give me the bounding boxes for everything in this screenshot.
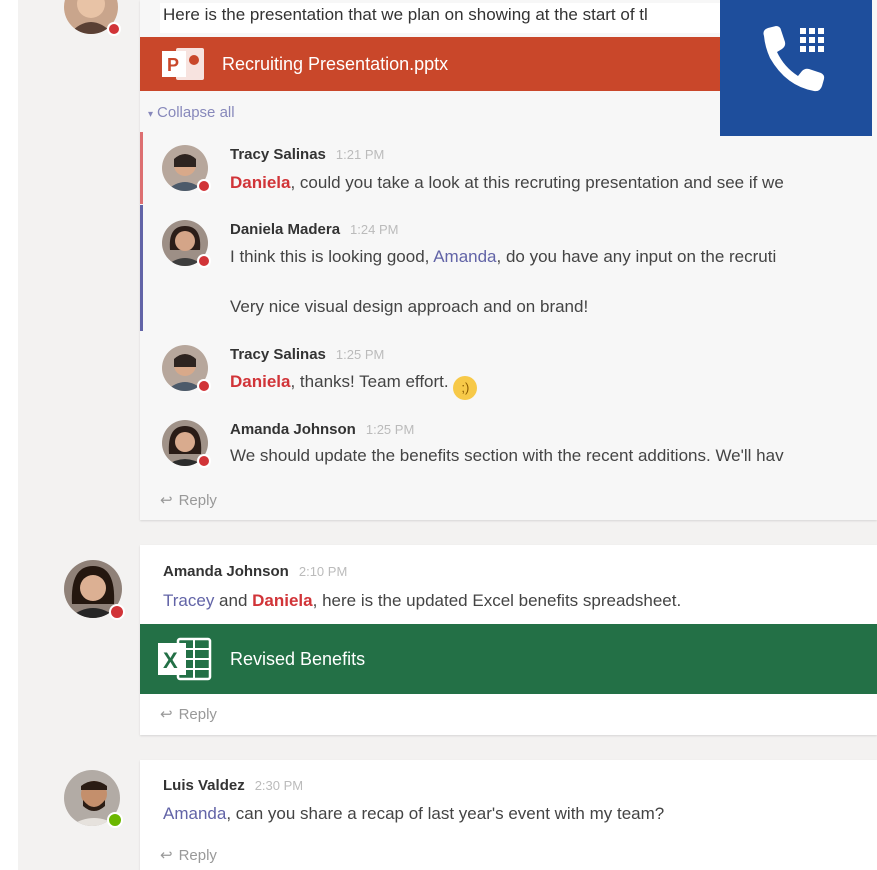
message-text: , could you take a look at this recrutin… [290, 173, 784, 192]
presence-available-icon [107, 812, 123, 828]
reply-text: We should update the benefits section wi… [230, 446, 784, 465]
presence-busy-icon [197, 179, 211, 193]
call-tile[interactable] [720, 0, 872, 136]
reply-button[interactable]: ↩ Reply [160, 705, 217, 723]
avatar[interactable] [162, 345, 211, 393]
message-text: I think this is looking good, [230, 247, 434, 266]
text-fragment: and [214, 591, 253, 610]
reply-button[interactable]: ↩ Reply [160, 846, 217, 864]
author-name[interactable]: Amanda Johnson [163, 563, 289, 580]
reply-text: Daniela, could you take a look at this r… [230, 173, 784, 193]
reply-text: I think this is looking good, Amanda, do… [230, 247, 776, 267]
author-name[interactable]: Daniela Madera [230, 221, 340, 238]
reply-arrow-icon: ↩ [160, 492, 173, 509]
message-text: , do you have any input on the recruti [496, 247, 777, 266]
author-name[interactable]: Tracy Salinas [230, 146, 326, 163]
mention[interactable]: Daniela [252, 591, 312, 610]
reply-arrow-icon: ↩ [160, 706, 173, 723]
reply-header: Daniela Madera 1:24 PM [230, 221, 398, 239]
left-margin [0, 0, 18, 870]
reply-label: Reply [178, 847, 217, 864]
avatar[interactable] [64, 770, 123, 828]
mention[interactable]: Daniela [230, 372, 290, 391]
attachment-name: Recruiting Presentation.pptx [222, 53, 449, 74]
message-text: Here is the presentation that we plan on… [163, 5, 648, 24]
timestamp: 1:21 PM [335, 147, 385, 162]
avatar[interactable] [64, 0, 121, 36]
svg-text:X: X [163, 648, 178, 673]
excel-icon: X [158, 635, 214, 683]
author-name[interactable]: Tracy Salinas [230, 346, 326, 363]
timestamp: 2:10 PM [298, 564, 348, 579]
phone-keypad-icon [763, 26, 825, 92]
collapse-all-button[interactable]: ▾ Collapse all [148, 104, 235, 121]
svg-text:P: P [167, 55, 179, 75]
mention[interactable]: Amanda [163, 804, 226, 823]
reply-header: Amanda Johnson 1:25 PM [230, 421, 414, 439]
avatar[interactable] [162, 420, 211, 468]
presence-busy-icon [107, 22, 121, 36]
reply-text: Very nice visual design approach and on … [230, 297, 589, 316]
reply-header: Tracy Salinas 1:21 PM [230, 146, 384, 164]
text-fragment: , can you share a recap of last year's e… [226, 804, 665, 823]
attachment-name: Revised Benefits [230, 648, 366, 669]
pptx-attachment[interactable]: P Recruiting Presentation.pptx [140, 37, 720, 91]
avatar[interactable] [64, 560, 125, 620]
presence-busy-icon [109, 604, 125, 620]
message-text: , thanks! Team effort. [290, 372, 449, 391]
avatar[interactable] [162, 145, 211, 193]
mention[interactable]: Daniela [230, 173, 290, 192]
message-header: Luis Valdez 2:30 PM [163, 777, 303, 795]
message-text: Tracey and Daniela, here is the updated … [163, 591, 681, 611]
message-header: Amanda Johnson 2:10 PM [163, 563, 347, 581]
message-body: Here is the presentation that we plan on… [160, 3, 720, 33]
avatar[interactable] [162, 220, 211, 268]
reply-label: Reply [178, 706, 217, 723]
message-text: Amanda, can you share a recap of last ye… [163, 804, 664, 824]
powerpoint-icon: P [162, 45, 206, 83]
timestamp: 1:25 PM [335, 347, 385, 362]
author-name[interactable]: Luis Valdez [163, 777, 245, 794]
reply-arrow-icon: ↩ [160, 847, 173, 864]
author-name[interactable]: Amanda Johnson [230, 421, 356, 438]
thread-marker [140, 205, 143, 331]
presence-busy-icon [197, 254, 211, 268]
mention[interactable]: Amanda [433, 247, 496, 266]
wink-emoji-icon: ;) [453, 376, 478, 400]
reply-text: Daniela, thanks! Team effort. ;) [230, 372, 478, 400]
chat-canvas: Here is the presentation that we plan on… [0, 0, 877, 870]
timestamp: 2:30 PM [254, 778, 304, 793]
mention[interactable]: Tracey [163, 591, 214, 610]
unread-marker [140, 132, 143, 204]
timestamp: 1:24 PM [350, 222, 399, 237]
text-fragment: , here is the updated Excel benefits spr… [312, 591, 682, 610]
reply-button[interactable]: ↩ Reply [160, 491, 217, 509]
xlsx-attachment[interactable]: X Revised Benefits [140, 624, 877, 694]
timestamp: 1:25 PM [365, 422, 415, 437]
reply-header: Tracy Salinas 1:25 PM [230, 346, 384, 364]
presence-busy-icon [197, 454, 211, 468]
presence-busy-icon [197, 379, 211, 393]
chevron-down-icon: ▾ [148, 109, 154, 120]
collapse-label: Collapse all [157, 104, 235, 121]
reply-label: Reply [178, 492, 217, 509]
